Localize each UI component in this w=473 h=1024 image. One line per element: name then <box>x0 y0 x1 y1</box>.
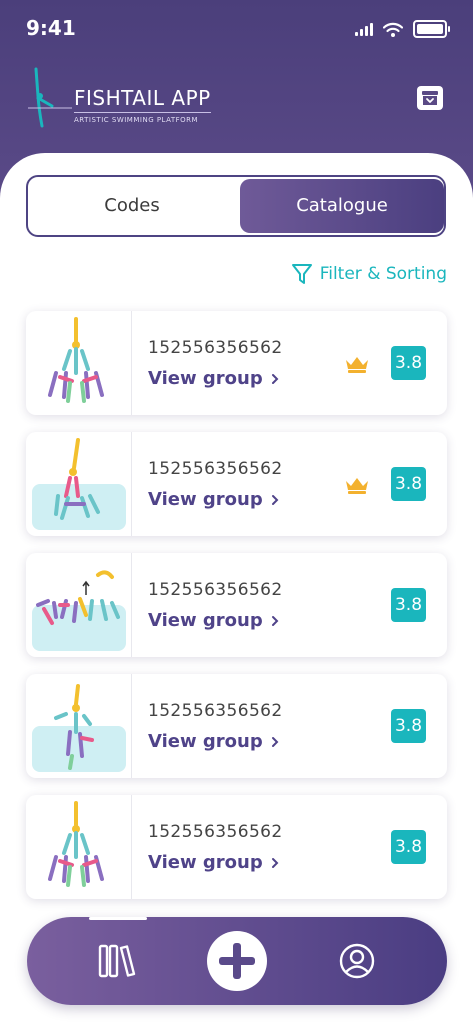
score-badge: 3.8 <box>391 346 426 380</box>
bottom-nav <box>27 917 447 1005</box>
routine-thumbnail <box>26 674 132 778</box>
score-badge: 3.8 <box>391 467 426 501</box>
view-group-label: View group <box>148 610 263 631</box>
catalogue-card[interactable]: 152556356562 View group 3.8 <box>26 432 447 536</box>
view-group-link[interactable]: View group <box>148 852 279 873</box>
chevron-right-icon <box>271 494 279 505</box>
plus-icon <box>207 931 267 991</box>
download-archive-button[interactable] <box>417 86 443 110</box>
status-bar: 9:41 <box>0 0 473 60</box>
nav-library-button[interactable] <box>87 917 147 1005</box>
view-group-link[interactable]: View group <box>148 731 279 752</box>
view-group-label: View group <box>148 489 263 510</box>
item-code: 152556356562 <box>148 822 283 842</box>
view-group-link[interactable]: View group <box>148 489 279 510</box>
catalogue-card[interactable]: 152556356562 View group 3.8 <box>26 795 447 899</box>
filter-label: Filter & Sorting <box>319 264 447 284</box>
view-group-link[interactable]: View group <box>148 610 279 631</box>
tab-catalogue[interactable]: Catalogue <box>240 179 444 233</box>
item-code: 152556356562 <box>148 580 283 600</box>
view-switcher: Codes Catalogue <box>26 175 446 237</box>
score-badge: 3.8 <box>391 588 426 622</box>
view-group-label: View group <box>148 852 263 873</box>
item-code: 152556356562 <box>148 701 283 721</box>
swimmers-illustration-icon <box>48 317 104 403</box>
brand-texts: FISHTAIL APP ARTISTIC SWIMMING PLATFORM <box>74 86 211 132</box>
brand: FISHTAIL APP ARTISTIC SWIMMING PLATFORM <box>28 66 211 132</box>
chevron-right-icon <box>271 857 279 868</box>
filter-sorting-button[interactable]: Filter & Sorting <box>291 262 447 286</box>
user-icon <box>339 943 375 979</box>
item-code: 152556356562 <box>148 459 283 479</box>
catalogue-card[interactable]: 152556356562 View group 3.8 <box>26 674 447 778</box>
swimmers-illustration-icon <box>32 570 126 651</box>
item-code: 152556356562 <box>148 338 283 358</box>
view-group-label: View group <box>148 368 263 389</box>
view-group-label: View group <box>148 731 263 752</box>
crown-icon <box>346 478 368 494</box>
routine-thumbnail <box>26 553 132 657</box>
catalogue-card[interactable]: 152556356562 View group 3.8 <box>26 553 447 657</box>
nav-add-button[interactable] <box>207 917 267 1005</box>
routine-thumbnail <box>26 795 132 899</box>
score-badge: 3.8 <box>391 709 426 743</box>
archive-download-icon <box>422 91 438 105</box>
tab-codes[interactable]: Codes <box>28 177 236 235</box>
signal-icon <box>355 22 373 36</box>
wifi-icon <box>383 22 403 37</box>
routine-thumbnail <box>26 432 132 536</box>
swimmers-illustration-icon <box>32 438 126 530</box>
routine-thumbnail <box>26 311 132 415</box>
crown-icon <box>346 357 368 373</box>
catalogue-card[interactable]: 152556356562 View group 3.8 <box>26 311 447 415</box>
swimmers-illustration-icon <box>48 801 104 887</box>
status-icons <box>355 20 450 38</box>
chevron-right-icon <box>271 615 279 626</box>
filter-icon <box>291 264 312 284</box>
score-badge: 3.8 <box>391 830 426 864</box>
view-group-link[interactable]: View group <box>148 368 279 389</box>
library-icon <box>98 944 136 978</box>
nav-profile-button[interactable] <box>327 917 387 1005</box>
chevron-right-icon <box>271 736 279 747</box>
app-tagline: ARTISTIC SWIMMING PLATFORM <box>74 116 199 124</box>
battery-icon <box>413 20 450 38</box>
swimmer-logo-icon <box>28 67 72 128</box>
status-time: 9:41 <box>26 16 76 40</box>
chevron-right-icon <box>271 373 279 384</box>
swimmers-illustration-icon <box>32 684 126 772</box>
app-name: FISHTAIL APP <box>74 86 211 113</box>
